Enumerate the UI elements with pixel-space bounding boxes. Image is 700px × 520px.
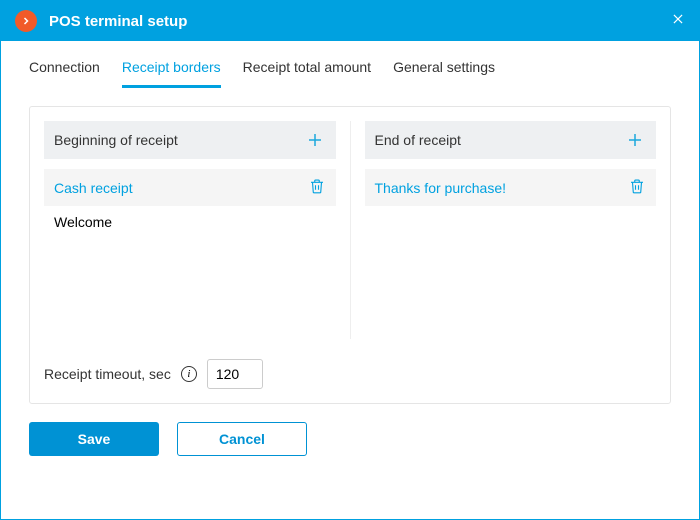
list-item[interactable]: Welcome: [44, 206, 336, 238]
cancel-button[interactable]: Cancel: [177, 422, 307, 456]
beginning-of-receipt-column: Beginning of receipt Cash receipt Welcom…: [44, 121, 351, 339]
end-column-header: End of receipt: [365, 121, 657, 159]
modal-footer: Save Cancel: [1, 404, 699, 474]
info-icon[interactable]: i: [181, 366, 197, 382]
list-item-label: Thanks for purchase!: [375, 180, 507, 196]
add-beginning-item-button[interactable]: [304, 129, 326, 151]
delete-item-button[interactable]: [308, 177, 326, 198]
tab-receipt-borders[interactable]: Receipt borders: [122, 59, 221, 88]
end-item-list: Thanks for purchase!: [365, 169, 657, 339]
tab-general-settings[interactable]: General settings: [393, 59, 495, 88]
beginning-column-header: Beginning of receipt: [44, 121, 336, 159]
modal-header: POS terminal setup: [1, 1, 699, 41]
receipt-borders-panel: Beginning of receipt Cash receipt Welcom…: [29, 106, 671, 404]
tabs-bar: Connection Receipt borders Receipt total…: [1, 41, 699, 88]
tab-connection[interactable]: Connection: [29, 59, 100, 88]
list-item-label: Welcome: [54, 214, 112, 230]
list-item-label: Cash receipt: [54, 180, 133, 196]
receipt-timeout-row: Receipt timeout, sec i: [44, 359, 656, 389]
pos-terminal-setup-modal: POS terminal setup Connection Receipt bo…: [0, 0, 700, 520]
receipt-timeout-input[interactable]: [207, 359, 263, 389]
save-button[interactable]: Save: [29, 422, 159, 456]
end-column-title: End of receipt: [375, 132, 461, 148]
beginning-column-title: Beginning of receipt: [54, 132, 178, 148]
add-end-item-button[interactable]: [624, 129, 646, 151]
list-item[interactable]: Thanks for purchase!: [365, 169, 657, 206]
app-logo-icon: [15, 10, 37, 32]
delete-item-button[interactable]: [628, 177, 646, 198]
close-button[interactable]: [671, 12, 685, 31]
tab-receipt-total-amount[interactable]: Receipt total amount: [243, 59, 371, 88]
modal-title: POS terminal setup: [49, 13, 671, 30]
end-of-receipt-column: End of receipt Thanks for purchase!: [365, 121, 657, 339]
list-item[interactable]: Cash receipt: [44, 169, 336, 206]
receipt-timeout-label: Receipt timeout, sec: [44, 366, 171, 382]
beginning-item-list: Cash receipt Welcome: [44, 169, 336, 339]
